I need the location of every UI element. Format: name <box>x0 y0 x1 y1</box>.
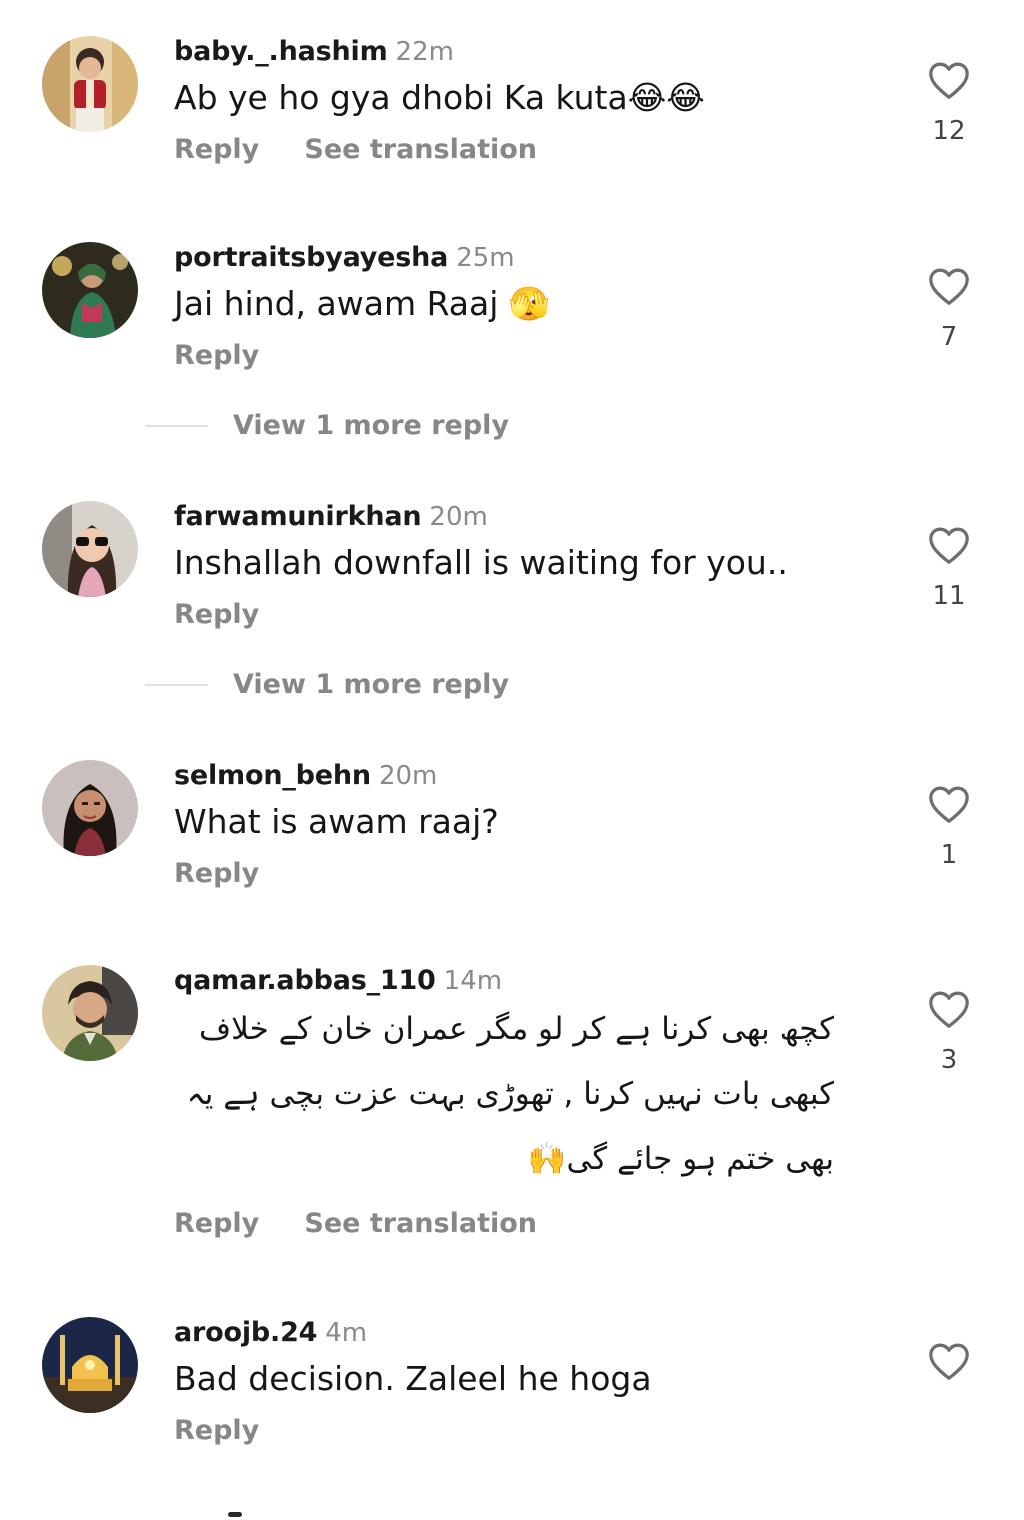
avatar[interactable] <box>42 36 138 132</box>
comment-text: Bad decision. Zaleel he hoga <box>174 1359 652 1398</box>
comment-header: selmon_behn 20m <box>174 758 437 797</box>
heart-outline-icon[interactable] <box>927 525 971 565</box>
timestamp: 25m <box>456 243 515 273</box>
heart-outline-icon[interactable] <box>927 60 971 100</box>
username[interactable]: selmon_behn <box>174 760 371 791</box>
like-count: 1 <box>940 840 958 870</box>
comment-actions: Reply See translation <box>174 1206 577 1245</box>
timestamp: 14m <box>443 966 503 996</box>
comment-actions: Reply <box>174 597 299 636</box>
comment-actions: Reply See translation <box>174 132 577 171</box>
like-count: 11 <box>932 581 966 611</box>
comment-header: baby._.hashim 22m <box>174 34 454 73</box>
view-more-replies[interactable]: View 1 more reply <box>0 665 1024 705</box>
username[interactable]: qamar.abbas_110 <box>174 965 436 996</box>
comment-header: portraitsbyayesha 25m <box>174 240 515 279</box>
comment-text: What is awam raaj? <box>174 802 499 841</box>
see-translation-button[interactable]: See translation <box>304 132 537 168</box>
heart-outline-icon[interactable] <box>927 784 971 824</box>
reply-button[interactable]: Reply <box>174 1413 259 1449</box>
like-count: 12 <box>932 116 966 146</box>
comment-text: Ab ye ho gya dhobi Ka kuta😂😂 <box>174 78 705 117</box>
username[interactable]: baby._.hashim <box>174 36 388 67</box>
comment-actions: Reply <box>174 1413 299 1452</box>
heart-outline-icon[interactable] <box>927 266 971 306</box>
see-translation-button[interactable]: See translation <box>304 1206 537 1242</box>
reply-button[interactable]: Reply <box>174 338 259 374</box>
reply-button[interactable]: Reply <box>174 1206 259 1242</box>
like-control: 7 <box>920 266 978 352</box>
reply-button[interactable]: Reply <box>174 597 259 633</box>
avatar[interactable] <box>42 242 138 338</box>
comment-header: aroojb.24 4m <box>174 1315 367 1354</box>
comment-text: کچھ بھی کرنا ہے کر لو مگر عمران خان کے خ… <box>186 1011 834 1177</box>
like-count: 3 <box>940 1045 958 1075</box>
like-control: 12 <box>920 60 978 146</box>
thread-divider <box>145 425 208 427</box>
timestamp: 20m <box>429 502 488 532</box>
like-control: 1 <box>920 784 978 870</box>
like-count: 7 <box>940 322 958 352</box>
username[interactable]: farwamunirkhan <box>174 501 422 532</box>
comment-text: Inshallah downfall is waiting for you.. <box>174 543 788 582</box>
view-more-replies[interactable]: View 1 more reply <box>0 406 1024 446</box>
like-control: 11 <box>920 525 978 611</box>
timestamp: 4m <box>325 1318 368 1348</box>
avatar[interactable] <box>42 965 138 1061</box>
avatar[interactable] <box>42 760 138 856</box>
comment-text: Jai hind, awam Raaj 🫣 <box>174 284 551 323</box>
timestamp: 22m <box>395 37 454 67</box>
like-control <box>920 1341 978 1397</box>
comment-actions: Reply <box>174 338 299 377</box>
thread-divider <box>145 684 208 686</box>
reply-button[interactable]: Reply <box>174 856 259 892</box>
username[interactable]: aroojb.24 <box>174 1317 317 1348</box>
next-comment-peek <box>228 1512 242 1517</box>
timestamp: 20m <box>378 761 438 791</box>
avatar[interactable] <box>42 1317 138 1413</box>
heart-outline-icon[interactable] <box>927 989 971 1029</box>
avatar[interactable] <box>42 501 138 597</box>
comment-actions: Reply <box>174 856 299 895</box>
comment-header: farwamunirkhan 20m <box>174 499 488 538</box>
like-control: 3 <box>920 989 978 1075</box>
heart-outline-icon[interactable] <box>927 1341 971 1381</box>
reply-button[interactable]: Reply <box>174 132 259 168</box>
username[interactable]: portraitsbyayesha <box>174 242 448 273</box>
view-more-replies-label[interactable]: View 1 more reply <box>233 665 509 705</box>
view-more-replies-label[interactable]: View 1 more reply <box>233 406 509 446</box>
